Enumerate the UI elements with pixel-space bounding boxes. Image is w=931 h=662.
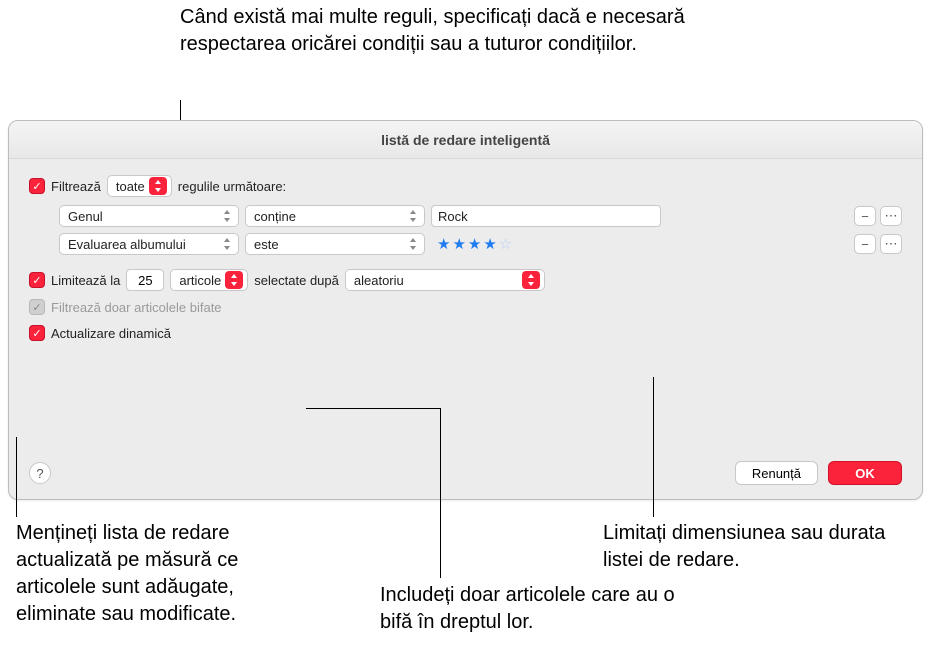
limit-selected-label: selectate după [254, 273, 339, 288]
filter-row: ✓ Filtrează toate regulile următoare: [29, 175, 902, 197]
dialog-footer: ? Renunță OK [29, 461, 902, 485]
limit-count-field[interactable]: 25 [126, 269, 164, 291]
smart-playlist-dialog: listă de redare inteligentă ✓ Filtrează … [8, 120, 923, 500]
updown-icon [225, 271, 243, 289]
limit-row: ✓ Limitează la 25 articole selectate dup… [29, 269, 902, 291]
rule-row: Evaluarea albumului este ★★★★☆ − ⋯ [59, 233, 902, 255]
callout-bottom-mid: Includeți doar articolele care au o bifă… [380, 582, 680, 636]
limit-method-popup[interactable]: aleatoriu [345, 269, 545, 291]
live-update-checkbox[interactable]: ✓ [29, 325, 45, 341]
rule-value-field[interactable]: Rock [431, 205, 661, 227]
limit-checkbox[interactable]: ✓ [29, 272, 45, 288]
rule-op-popup[interactable]: conține [245, 205, 425, 227]
callout-top: Când există mai multe reguli, specificaț… [180, 4, 740, 58]
live-update-label: Actualizare dinamică [51, 326, 171, 341]
callout-bottom-left: Mențineți lista de redare actualizată pe… [16, 520, 316, 628]
updown-icon [409, 238, 420, 250]
remove-rule-button[interactable]: − [854, 206, 876, 226]
remove-rule-button[interactable]: − [854, 234, 876, 254]
add-rule-button[interactable]: ⋯ [880, 234, 902, 254]
rule-field-value: Evaluarea albumului [68, 237, 219, 252]
rule-op-popup[interactable]: este [245, 233, 425, 255]
updown-icon [223, 210, 234, 222]
help-button[interactable]: ? [29, 462, 51, 484]
limit-label: Limitează la [51, 273, 120, 288]
only-checked-row: ✓ Filtrează doar articolele bifate [29, 299, 902, 315]
limit-method-value: aleatoriu [354, 273, 518, 288]
filter-mode-value: toate [116, 179, 145, 194]
dialog-title: listă de redare inteligentă [9, 121, 922, 159]
only-checked-checkbox: ✓ [29, 299, 45, 315]
rule-field-value: Genul [68, 209, 219, 224]
filter-suffix-label: regulile următoare: [178, 179, 286, 194]
limit-unit-value: articole [179, 273, 221, 288]
callout-line-bm-v [440, 408, 441, 578]
filter-mode-popup[interactable]: toate [107, 175, 172, 197]
callout-line-bl [16, 437, 17, 517]
rule-field-popup[interactable]: Evaluarea albumului [59, 233, 239, 255]
live-update-row: ✓ Actualizare dinamică [29, 325, 902, 341]
rule-row: Genul conține Rock − ⋯ [59, 205, 902, 227]
callout-line-bm-h [306, 408, 441, 409]
ok-button[interactable]: OK [828, 461, 902, 485]
limit-unit-popup[interactable]: articole [170, 269, 248, 291]
updown-icon [522, 271, 540, 289]
rule-op-value: conține [254, 209, 405, 224]
updown-icon [409, 210, 420, 222]
filter-checkbox[interactable]: ✓ [29, 178, 45, 194]
rule-field-popup[interactable]: Genul [59, 205, 239, 227]
filter-prefix-label: Filtrează [51, 179, 101, 194]
add-rule-button[interactable]: ⋯ [880, 206, 902, 226]
rules-list: Genul conține Rock − ⋯ [59, 205, 902, 255]
rule-stars-value[interactable]: ★★★★☆ [431, 235, 514, 253]
callout-bottom-right: Limitați dimensiunea sau durata listei d… [603, 520, 913, 574]
only-checked-label: Filtrează doar articolele bifate [51, 300, 222, 315]
callout-line-br [653, 377, 654, 517]
rule-op-value: este [254, 237, 405, 252]
cancel-button[interactable]: Renunță [735, 461, 818, 485]
updown-icon [223, 238, 234, 250]
updown-icon [149, 177, 167, 195]
